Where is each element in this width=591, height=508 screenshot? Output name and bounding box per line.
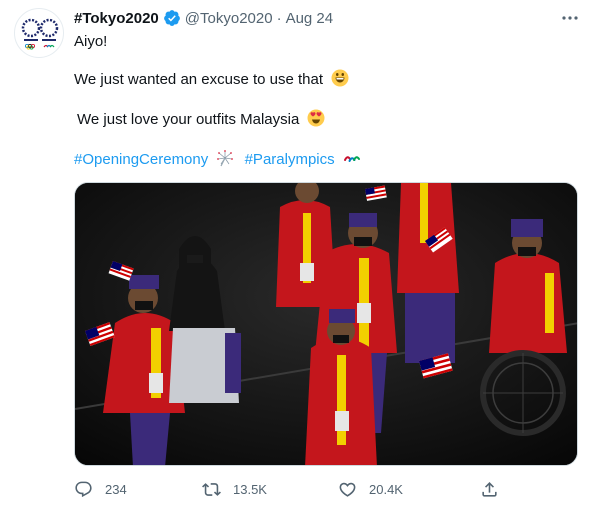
heart-eyes-emoji (307, 109, 325, 127)
grinning-face-emoji (331, 69, 349, 87)
text-excuse: We just wanted an excuse to use that (74, 71, 324, 88)
text-line: Aiyo! (74, 32, 107, 52)
like-button[interactable]: 20.4K (338, 478, 403, 500)
text-line: We just wanted an excuse to use that (74, 69, 349, 90)
share-button[interactable] (480, 478, 511, 500)
verified-badge-icon (163, 10, 180, 26)
share-icon (482, 481, 497, 497)
reply-button[interactable]: 234 (74, 478, 127, 500)
text-aiyo: Aiyo! (74, 33, 108, 50)
tweet-photo[interactable] (74, 182, 578, 466)
text-outfits: We just love your outfits Malaysia (77, 111, 300, 128)
separator: · (276, 9, 282, 27)
hashtag-paralympics[interactable]: #Paralympics (245, 151, 335, 168)
user-handle[interactable]: @Tokyo2020 (185, 10, 273, 27)
tweet-header: #Tokyo2020 @Tokyo2020 · Aug 24 (74, 8, 333, 28)
paralympics-agitos-emoji (343, 156, 360, 162)
hashtag-opening-ceremony[interactable]: #OpeningCeremony (74, 151, 208, 168)
like-count: 20.4K (369, 481, 403, 497)
tokyo2020-logo-icon (21, 18, 59, 50)
tweet-date[interactable]: Aug 24 (286, 10, 334, 27)
more-options-icon[interactable] (560, 10, 580, 26)
retweet-count: 13.5K (233, 481, 267, 497)
display-name[interactable]: #Tokyo2020 (74, 10, 159, 27)
like-icon (339, 482, 356, 497)
text-line: We just love your outfits Malaysia (77, 109, 325, 130)
retweet-icon (202, 482, 221, 496)
avatar[interactable] (14, 8, 64, 58)
reply-count: 234 (105, 481, 127, 497)
tweet-card[interactable]: #Tokyo2020 @Tokyo2020 · Aug 24 Aiyo! We … (0, 0, 591, 508)
sparkler-emoji (217, 150, 234, 167)
photo-malaysian-athletes-opening-ceremony (75, 183, 577, 465)
retweet-button[interactable]: 13.5K (202, 478, 267, 500)
hashtags-line: #OpeningCeremony #Paralympics (74, 149, 361, 170)
reply-icon (75, 481, 92, 497)
tweet-actions: 234 13.5K 20.4K (74, 478, 578, 500)
